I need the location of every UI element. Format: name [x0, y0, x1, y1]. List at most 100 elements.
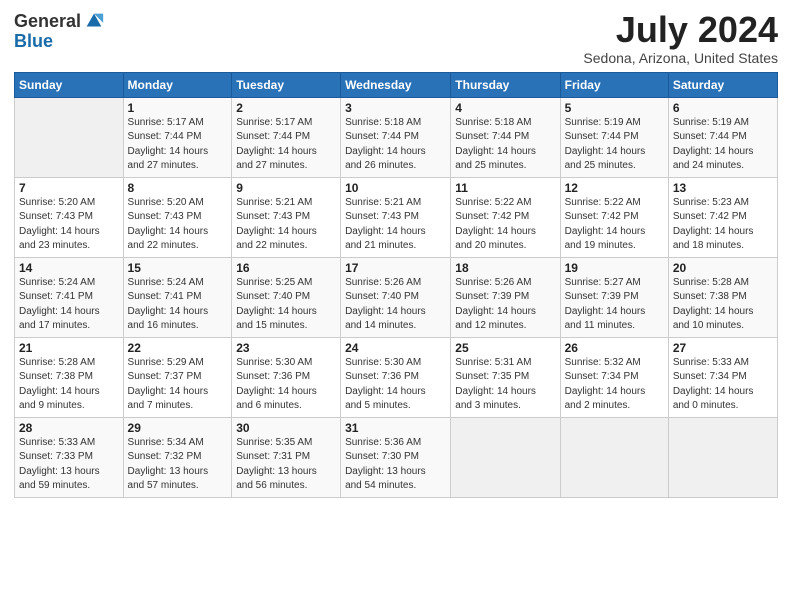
day-info: Sunrise: 5:33 AM Sunset: 7:34 PM Dayligh…: [673, 356, 773, 414]
day-number: 6: [673, 101, 773, 115]
day-info: Sunrise: 5:23 AM Sunset: 7:42 PM Dayligh…: [673, 196, 773, 254]
day-number: 9: [236, 181, 336, 195]
calendar-cell: 12Sunrise: 5:22 AM Sunset: 7:42 PM Dayli…: [560, 177, 668, 257]
calendar-cell: 21Sunrise: 5:28 AM Sunset: 7:38 PM Dayli…: [15, 337, 124, 417]
day-info: Sunrise: 5:27 AM Sunset: 7:39 PM Dayligh…: [565, 276, 664, 334]
calendar-cell: 30Sunrise: 5:35 AM Sunset: 7:31 PM Dayli…: [232, 417, 341, 497]
week-row-1: 1Sunrise: 5:17 AM Sunset: 7:44 PM Daylig…: [15, 97, 778, 177]
day-number: 17: [345, 261, 446, 275]
calendar-cell: 18Sunrise: 5:26 AM Sunset: 7:39 PM Dayli…: [451, 257, 560, 337]
day-number: 18: [455, 261, 555, 275]
day-number: 24: [345, 341, 446, 355]
title-block: July 2024 Sedona, Arizona, United States: [583, 10, 778, 66]
day-number: 13: [673, 181, 773, 195]
day-number: 26: [565, 341, 664, 355]
day-number: 8: [128, 181, 228, 195]
day-info: Sunrise: 5:33 AM Sunset: 7:33 PM Dayligh…: [19, 436, 119, 494]
logo: General Blue: [14, 10, 105, 50]
day-number: 28: [19, 421, 119, 435]
month-title: July 2024: [583, 10, 778, 50]
day-info: Sunrise: 5:21 AM Sunset: 7:43 PM Dayligh…: [345, 196, 446, 254]
calendar-table: SundayMondayTuesdayWednesdayThursdayFrid…: [14, 72, 778, 498]
day-number: 15: [128, 261, 228, 275]
calendar-cell: 9Sunrise: 5:21 AM Sunset: 7:43 PM Daylig…: [232, 177, 341, 257]
calendar-cell: 24Sunrise: 5:30 AM Sunset: 7:36 PM Dayli…: [341, 337, 451, 417]
calendar-cell: 11Sunrise: 5:22 AM Sunset: 7:42 PM Dayli…: [451, 177, 560, 257]
day-number: 1: [128, 101, 228, 115]
day-info: Sunrise: 5:25 AM Sunset: 7:40 PM Dayligh…: [236, 276, 336, 334]
day-info: Sunrise: 5:17 AM Sunset: 7:44 PM Dayligh…: [128, 116, 228, 174]
day-number: 4: [455, 101, 555, 115]
day-number: 11: [455, 181, 555, 195]
calendar-cell: 4Sunrise: 5:18 AM Sunset: 7:44 PM Daylig…: [451, 97, 560, 177]
calendar-cell: 27Sunrise: 5:33 AM Sunset: 7:34 PM Dayli…: [668, 337, 777, 417]
day-number: 10: [345, 181, 446, 195]
day-info: Sunrise: 5:20 AM Sunset: 7:43 PM Dayligh…: [128, 196, 228, 254]
day-info: Sunrise: 5:30 AM Sunset: 7:36 PM Dayligh…: [345, 356, 446, 414]
weekday-header-sunday: Sunday: [15, 72, 124, 97]
day-info: Sunrise: 5:18 AM Sunset: 7:44 PM Dayligh…: [455, 116, 555, 174]
calendar-cell: 7Sunrise: 5:20 AM Sunset: 7:43 PM Daylig…: [15, 177, 124, 257]
calendar-cell: 22Sunrise: 5:29 AM Sunset: 7:37 PM Dayli…: [123, 337, 232, 417]
day-info: Sunrise: 5:18 AM Sunset: 7:44 PM Dayligh…: [345, 116, 446, 174]
day-number: 31: [345, 421, 446, 435]
calendar-cell: 26Sunrise: 5:32 AM Sunset: 7:34 PM Dayli…: [560, 337, 668, 417]
day-info: Sunrise: 5:31 AM Sunset: 7:35 PM Dayligh…: [455, 356, 555, 414]
weekday-header-monday: Monday: [123, 72, 232, 97]
calendar-cell: 5Sunrise: 5:19 AM Sunset: 7:44 PM Daylig…: [560, 97, 668, 177]
calendar-cell: 14Sunrise: 5:24 AM Sunset: 7:41 PM Dayli…: [15, 257, 124, 337]
weekday-header-saturday: Saturday: [668, 72, 777, 97]
day-info: Sunrise: 5:26 AM Sunset: 7:39 PM Dayligh…: [455, 276, 555, 334]
calendar-cell: [560, 417, 668, 497]
logo-blue-text: Blue: [14, 32, 53, 50]
calendar-cell: 10Sunrise: 5:21 AM Sunset: 7:43 PM Dayli…: [341, 177, 451, 257]
calendar-cell: 28Sunrise: 5:33 AM Sunset: 7:33 PM Dayli…: [15, 417, 124, 497]
day-info: Sunrise: 5:35 AM Sunset: 7:31 PM Dayligh…: [236, 436, 336, 494]
calendar-cell: 3Sunrise: 5:18 AM Sunset: 7:44 PM Daylig…: [341, 97, 451, 177]
calendar-cell: 6Sunrise: 5:19 AM Sunset: 7:44 PM Daylig…: [668, 97, 777, 177]
day-info: Sunrise: 5:20 AM Sunset: 7:43 PM Dayligh…: [19, 196, 119, 254]
calendar-cell: 20Sunrise: 5:28 AM Sunset: 7:38 PM Dayli…: [668, 257, 777, 337]
calendar-cell: [451, 417, 560, 497]
calendar-cell: 17Sunrise: 5:26 AM Sunset: 7:40 PM Dayli…: [341, 257, 451, 337]
day-number: 14: [19, 261, 119, 275]
calendar-cell: 31Sunrise: 5:36 AM Sunset: 7:30 PM Dayli…: [341, 417, 451, 497]
calendar-cell: [15, 97, 124, 177]
calendar-cell: 8Sunrise: 5:20 AM Sunset: 7:43 PM Daylig…: [123, 177, 232, 257]
week-row-2: 7Sunrise: 5:20 AM Sunset: 7:43 PM Daylig…: [15, 177, 778, 257]
location-title: Sedona, Arizona, United States: [583, 50, 778, 66]
day-number: 7: [19, 181, 119, 195]
day-number: 3: [345, 101, 446, 115]
day-info: Sunrise: 5:19 AM Sunset: 7:44 PM Dayligh…: [565, 116, 664, 174]
day-info: Sunrise: 5:22 AM Sunset: 7:42 PM Dayligh…: [455, 196, 555, 254]
calendar-cell: 19Sunrise: 5:27 AM Sunset: 7:39 PM Dayli…: [560, 257, 668, 337]
day-info: Sunrise: 5:24 AM Sunset: 7:41 PM Dayligh…: [19, 276, 119, 334]
logo-icon: [83, 10, 105, 32]
calendar-cell: 25Sunrise: 5:31 AM Sunset: 7:35 PM Dayli…: [451, 337, 560, 417]
weekday-header-friday: Friday: [560, 72, 668, 97]
day-info: Sunrise: 5:32 AM Sunset: 7:34 PM Dayligh…: [565, 356, 664, 414]
day-number: 16: [236, 261, 336, 275]
day-number: 29: [128, 421, 228, 435]
calendar-cell: 29Sunrise: 5:34 AM Sunset: 7:32 PM Dayli…: [123, 417, 232, 497]
calendar-cell: 16Sunrise: 5:25 AM Sunset: 7:40 PM Dayli…: [232, 257, 341, 337]
day-info: Sunrise: 5:17 AM Sunset: 7:44 PM Dayligh…: [236, 116, 336, 174]
day-info: Sunrise: 5:21 AM Sunset: 7:43 PM Dayligh…: [236, 196, 336, 254]
day-number: 27: [673, 341, 773, 355]
calendar-cell: 2Sunrise: 5:17 AM Sunset: 7:44 PM Daylig…: [232, 97, 341, 177]
day-number: 23: [236, 341, 336, 355]
weekday-header-wednesday: Wednesday: [341, 72, 451, 97]
calendar-cell: 15Sunrise: 5:24 AM Sunset: 7:41 PM Dayli…: [123, 257, 232, 337]
day-number: 5: [565, 101, 664, 115]
calendar-cell: [668, 417, 777, 497]
day-info: Sunrise: 5:19 AM Sunset: 7:44 PM Dayligh…: [673, 116, 773, 174]
day-number: 19: [565, 261, 664, 275]
calendar-cell: 23Sunrise: 5:30 AM Sunset: 7:36 PM Dayli…: [232, 337, 341, 417]
day-number: 22: [128, 341, 228, 355]
week-row-4: 21Sunrise: 5:28 AM Sunset: 7:38 PM Dayli…: [15, 337, 778, 417]
day-info: Sunrise: 5:24 AM Sunset: 7:41 PM Dayligh…: [128, 276, 228, 334]
week-row-5: 28Sunrise: 5:33 AM Sunset: 7:33 PM Dayli…: [15, 417, 778, 497]
day-number: 25: [455, 341, 555, 355]
day-number: 30: [236, 421, 336, 435]
day-info: Sunrise: 5:29 AM Sunset: 7:37 PM Dayligh…: [128, 356, 228, 414]
